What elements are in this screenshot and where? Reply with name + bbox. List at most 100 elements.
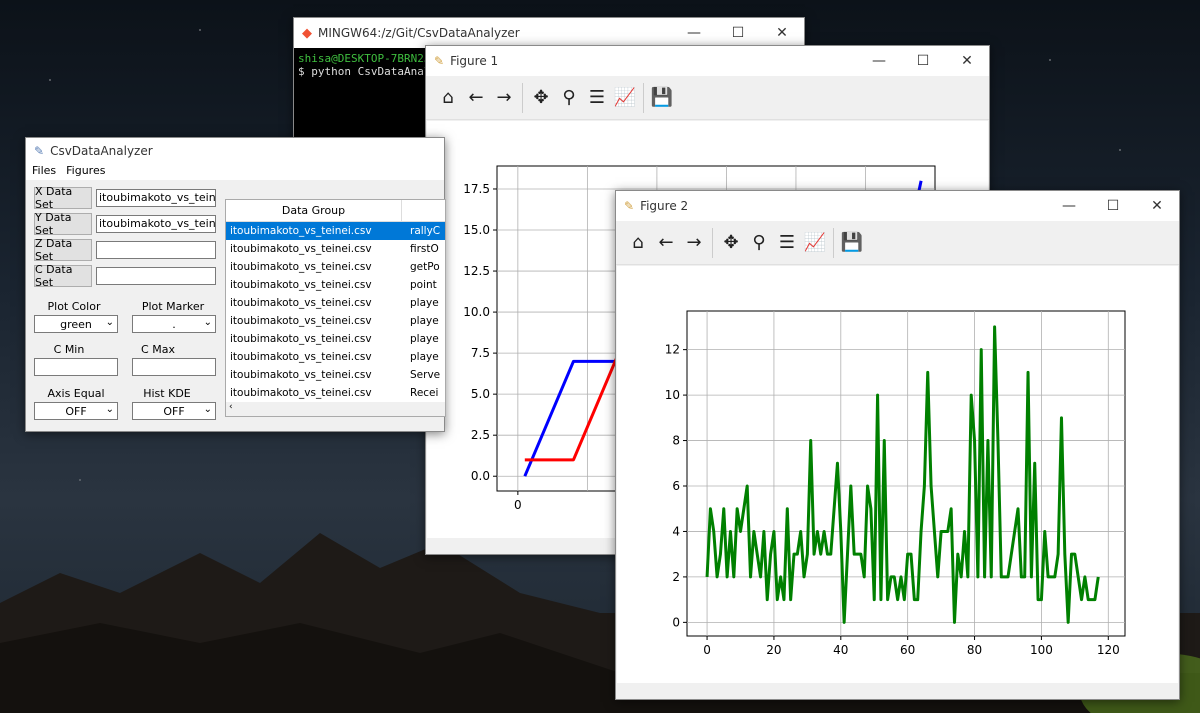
plot-marker-combo[interactable]: . ⌄ (132, 315, 216, 333)
x-tick-label: 60 (900, 643, 915, 657)
y-tick-label: 6 (672, 479, 680, 493)
tree-row-file: itoubimakoto_vs_teinei.csv (230, 225, 372, 237)
axis-equal-combo[interactable]: OFF ⌄ (34, 402, 118, 420)
minimize-icon[interactable]: — (672, 18, 716, 48)
c-max-field[interactable] (132, 358, 216, 376)
hist-kde-combo[interactable]: OFF ⌄ (132, 402, 216, 420)
tree-row[interactable]: itoubimakoto_vs_teinei.csv playe (226, 348, 445, 366)
tree-row-column: playe (410, 297, 439, 309)
back-arrow-icon[interactable]: ← (462, 84, 490, 112)
minimize-icon[interactable]: — (1047, 191, 1091, 221)
x-data-set-button[interactable]: X Data Set (34, 185, 92, 211)
feather-icon: ✎ (434, 54, 445, 68)
data-group-header[interactable]: Data Group (226, 200, 402, 221)
x-tick-label: 80 (967, 643, 982, 657)
tree-row-file: itoubimakoto_vs_teinei.csv (230, 243, 372, 255)
tree-row-column: Serve (410, 369, 441, 381)
chevron-down-icon: ⌄ (203, 404, 212, 415)
figure2-canvas[interactable]: 0 2 4 6 8 10 12 0 20 40 60 80 100 120 (617, 266, 1178, 684)
y-data-field[interactable]: itoubimakoto_vs_teinei.csv (96, 215, 216, 233)
zoom-icon[interactable]: ⚲ (745, 229, 773, 257)
edit-axis-icon[interactable]: 📈 (611, 84, 639, 112)
tree-row-file: itoubimakoto_vs_teinei.csv (230, 261, 372, 273)
terminal-titlebar[interactable]: ◆ MINGW64:/z/Git/CsvDataAnalyzer — ☐ ✕ (294, 18, 804, 48)
y-tick-label: 10.0 (463, 305, 490, 319)
tree-row-column: playe (410, 333, 439, 345)
forward-arrow-icon[interactable]: → (490, 84, 518, 112)
pan-icon[interactable]: ✥ (717, 229, 745, 257)
z-data-set-button[interactable]: Z Data Set (34, 237, 92, 263)
c-max-label: C Max (141, 343, 175, 356)
home-icon[interactable]: ⌂ (624, 229, 652, 257)
tree-row-file: itoubimakoto_vs_teinei.csv (230, 333, 372, 345)
tree-row-column: point (410, 279, 437, 291)
tree-header[interactable]: Data Group (226, 200, 445, 222)
figure2-toolbar: ⌂ ← → ✥ ⚲ ☰ 📈 💾 (616, 221, 1179, 265)
tree-row-column: rallyC (410, 225, 441, 237)
tree-row-column: getPo (410, 261, 440, 273)
tree-row[interactable]: itoubimakoto_vs_teinei.csv playe (226, 330, 445, 348)
close-icon[interactable]: ✕ (945, 46, 989, 76)
x-tick-label: 20 (766, 643, 781, 657)
menu-figures[interactable]: Figures (66, 164, 105, 180)
maximize-icon[interactable]: ☐ (901, 46, 945, 76)
subplots-icon[interactable]: ☰ (583, 84, 611, 112)
save-icon[interactable]: 💾 (838, 229, 866, 257)
y-tick-label: 0.0 (471, 469, 490, 483)
close-icon[interactable]: ✕ (760, 18, 804, 48)
terminal-title: MINGW64:/z/Git/CsvDataAnalyzer (318, 26, 520, 40)
tree-row[interactable]: itoubimakoto_vs_teinei.csv getPo (226, 258, 445, 276)
y-tick-label: 5.0 (471, 387, 490, 401)
tree-row-column: firstO (410, 243, 439, 255)
edit-axis-icon[interactable]: 📈 (801, 229, 829, 257)
tree-hscrollbar[interactable]: ‹ (226, 402, 445, 416)
figure2-chart[interactable]: 0246810120 20 40 60 80 100 120 (617, 266, 1178, 684)
app-titlebar[interactable]: ✎ CsvDataAnalyzer (26, 138, 444, 164)
tree-row-file: itoubimakoto_vs_teinei.csv (230, 369, 372, 381)
figure1-titlebar[interactable]: ✎ Figure 1 — ☐ ✕ (426, 46, 989, 76)
axis-equal-label: Axis Equal (47, 387, 105, 400)
app-window[interactable]: ✎ CsvDataAnalyzer Files Figures X Data S… (25, 137, 446, 432)
y-tick-label: 15.0 (463, 223, 490, 237)
minimize-icon[interactable]: — (857, 46, 901, 76)
maximize-icon[interactable]: ☐ (716, 18, 760, 48)
chevron-left-icon[interactable]: ‹ (229, 402, 233, 412)
tree-row-file: itoubimakoto_vs_teinei.csv (230, 387, 372, 399)
zoom-icon[interactable]: ⚲ (555, 84, 583, 112)
y-tick-label: 12 (665, 343, 680, 357)
home-icon[interactable]: ⌂ (434, 84, 462, 112)
pan-icon[interactable]: ✥ (527, 84, 555, 112)
y-tick-label: 0 (672, 615, 680, 629)
close-icon[interactable]: ✕ (1135, 191, 1179, 221)
c-min-field[interactable] (34, 358, 118, 376)
c-data-set-button[interactable]: C Data Set (34, 263, 92, 289)
tree-row[interactable]: itoubimakoto_vs_teinei.csv rallyC (226, 222, 445, 240)
forward-arrow-icon[interactable]: → (680, 229, 708, 257)
tree-row[interactable]: itoubimakoto_vs_teinei.csv firstO (226, 240, 445, 258)
tree-row[interactable]: itoubimakoto_vs_teinei.csv Recei (226, 384, 445, 402)
y-data-set-button[interactable]: Y Data Set (34, 211, 92, 237)
y-tick-label: 2 (672, 570, 680, 584)
subplots-icon[interactable]: ☰ (773, 229, 801, 257)
feather-icon: ✎ (624, 199, 635, 213)
tree-row[interactable]: itoubimakoto_vs_teinei.csv playe (226, 312, 445, 330)
y-tick-label: 12.5 (463, 264, 490, 278)
data-group-tree[interactable]: Data Group itoubimakoto_vs_teinei.csv ral… (225, 199, 446, 417)
figure2-title: Figure 2 (640, 199, 689, 213)
plot-color-combo[interactable]: green ⌄ (34, 315, 118, 333)
figure2-titlebar[interactable]: ✎ Figure 2 — ☐ ✕ (616, 191, 1179, 221)
tree-row[interactable]: itoubimakoto_vs_teinei.csv point (226, 276, 445, 294)
tree-row[interactable]: itoubimakoto_vs_teinei.csv playe (226, 294, 445, 312)
c-data-field[interactable] (96, 267, 216, 285)
back-arrow-icon[interactable]: ← (652, 229, 680, 257)
x-data-field[interactable]: itoubimakoto_vs_teinei.csv (96, 189, 216, 207)
x-tick-label: 100 (1030, 643, 1053, 657)
maximize-icon[interactable]: ☐ (1091, 191, 1135, 221)
plot-marker-value: . (172, 317, 176, 331)
save-icon[interactable]: 💾 (648, 84, 676, 112)
menu-files[interactable]: Files (32, 164, 56, 180)
chevron-down-icon: ⌄ (105, 317, 114, 328)
z-data-field[interactable] (96, 241, 216, 259)
tree-row[interactable]: itoubimakoto_vs_teinei.csv Serve (226, 366, 445, 384)
figure2-window[interactable]: ✎ Figure 2 — ☐ ✕ ⌂ ← → ✥ ⚲ ☰ 📈 💾 0 2 4 6 8 10… (615, 190, 1180, 700)
